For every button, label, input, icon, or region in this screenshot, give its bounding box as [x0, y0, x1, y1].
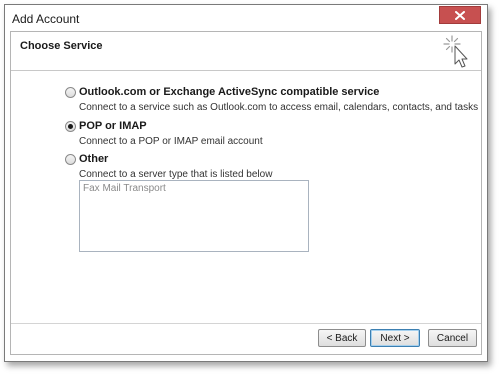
server-type-listbox[interactable]: Fax Mail Transport — [79, 180, 309, 252]
option-pop-imap-description: Connect to a POP or IMAP email account — [79, 136, 263, 147]
radio-pop-imap[interactable] — [65, 121, 76, 132]
back-button[interactable]: < Back — [318, 329, 366, 347]
option-exchange-label[interactable]: Outlook.com or Exchange ActiveSync compa… — [79, 86, 379, 98]
page-title: Choose Service — [20, 40, 103, 52]
close-icon — [455, 10, 465, 20]
list-item[interactable]: Fax Mail Transport — [83, 183, 166, 194]
cancel-button[interactable]: Cancel — [428, 329, 477, 347]
radio-other[interactable] — [65, 154, 76, 165]
option-pop-imap-label[interactable]: POP or IMAP — [79, 120, 147, 132]
cursor-sparkle-icon — [443, 35, 468, 68]
option-exchange-description: Connect to a service such as Outlook.com… — [79, 102, 479, 113]
window-title: Add Account — [12, 12, 80, 26]
button-bar: < Back Next > Cancel — [11, 323, 481, 354]
page-header: Choose Service — [11, 32, 481, 71]
next-button[interactable]: Next > — [370, 329, 420, 347]
option-other-label[interactable]: Other — [79, 153, 108, 165]
dialog-content: Choose Service Outlook.com or Exchange A… — [10, 31, 482, 355]
title-bar: Add Account — [5, 5, 487, 31]
radio-exchange[interactable] — [65, 87, 76, 98]
option-other-description: Connect to a server type that is listed … — [79, 169, 273, 180]
add-account-dialog: Add Account Choose Service Outlook.com o… — [4, 4, 488, 362]
close-button[interactable] — [439, 6, 481, 24]
